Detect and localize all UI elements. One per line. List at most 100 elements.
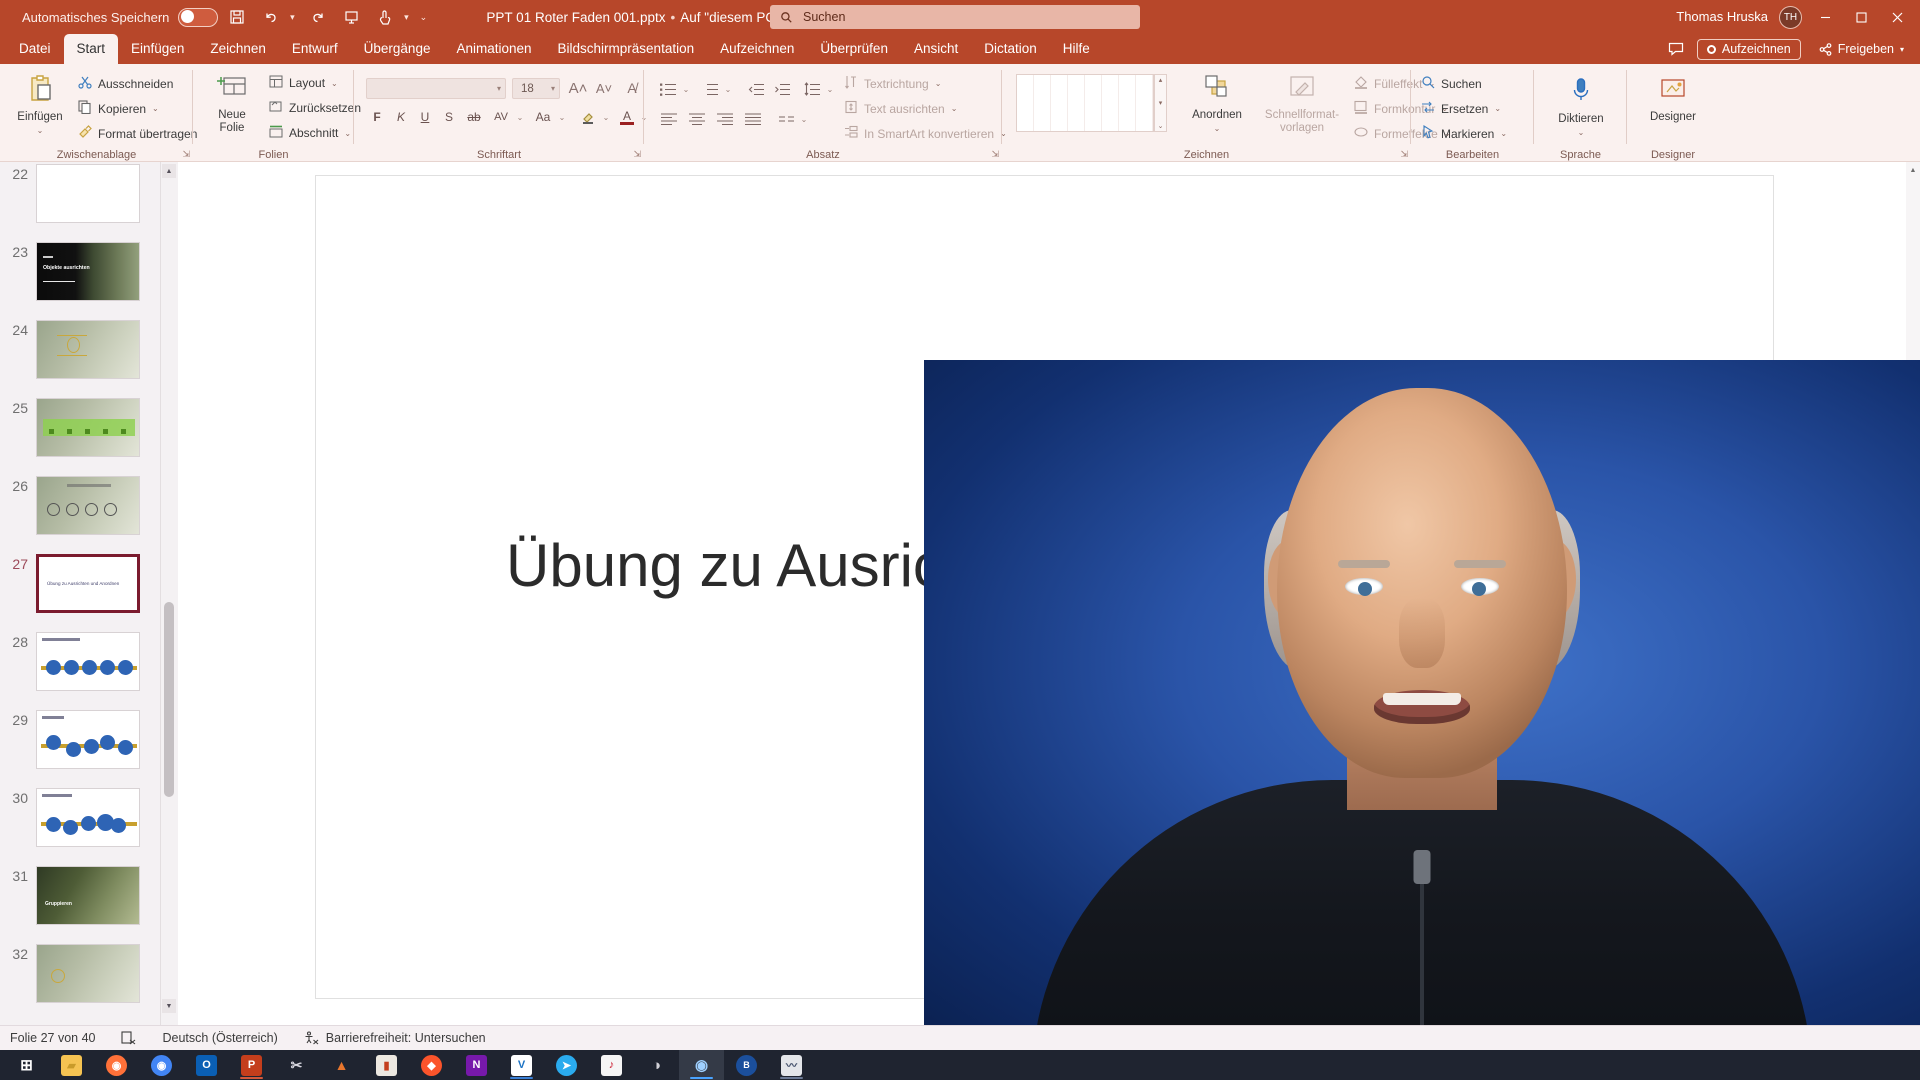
chevron-down-icon[interactable]: ⌄ [37, 124, 44, 137]
underline-button[interactable]: U [414, 106, 436, 128]
taskbar-brave[interactable]: ◆ [409, 1050, 454, 1080]
taskbar-blue-mic[interactable]: B [724, 1050, 769, 1080]
numbering-button[interactable] [698, 78, 722, 100]
increase-indent-button[interactable] [770, 78, 794, 100]
thumbnail-image[interactable]: Übung zu Ausrichten und Anordnen [36, 554, 140, 613]
thumbnail-image[interactable] [36, 320, 140, 379]
tab-ansicht[interactable]: Ansicht [901, 34, 971, 64]
language-status[interactable]: Deutsch (Österreich) [162, 1031, 277, 1045]
tab-hilfe[interactable]: Hilfe [1050, 34, 1103, 64]
align-right-button[interactable] [712, 108, 738, 130]
bullets-button[interactable] [656, 78, 680, 100]
thumbnail-image[interactable] [36, 944, 140, 1003]
shape-line5[interactable] [1136, 112, 1153, 131]
taskbar-recorder[interactable]: ◉ [679, 1050, 724, 1080]
chevron-down-icon[interactable]: ⌄ [344, 129, 351, 138]
tab-animationen[interactable]: Animationen [443, 34, 544, 64]
taskbar-wave-editor[interactable]: 〰 [769, 1050, 814, 1080]
tab-datei[interactable]: Datei [6, 34, 64, 64]
columns-button[interactable] [774, 108, 798, 130]
thumbnail-23[interactable]: 23 Objekte ausrichten [0, 242, 165, 301]
text-shadow-button[interactable]: S [438, 106, 460, 128]
reset-button[interactable]: Zurücksetzen [269, 100, 361, 116]
chevron-down-icon[interactable]: ⌄ [1494, 104, 1501, 113]
taskbar-file-explorer[interactable]: ▰ [49, 1050, 94, 1080]
chevron-down-icon[interactable]: ▾ [551, 84, 555, 93]
shape-textbox[interactable] [1017, 75, 1034, 94]
chevron-down-icon[interactable]: ⌄ [1500, 129, 1507, 138]
comments-icon[interactable] [1659, 34, 1693, 64]
taskbar-vlc[interactable]: ▲ [319, 1050, 364, 1080]
section-button[interactable]: Abschnitt ⌄ [269, 125, 351, 141]
shape-hexagon[interactable] [1119, 93, 1136, 113]
thumbnail-scrollbar[interactable]: ▲ ▼ [160, 162, 176, 1025]
thumbnail-26[interactable]: 26 [0, 476, 165, 535]
chevron-up-icon[interactable]: ▴ [1159, 76, 1163, 84]
thumbnail-image[interactable] [36, 710, 140, 769]
align-text-button[interactable]: Text ausrichten ⌄ [844, 100, 957, 117]
tab-aufzeichnen[interactable]: Aufzeichnen [707, 34, 807, 64]
thumbnail-image[interactable] [36, 788, 140, 847]
shape-line4[interactable] [1119, 112, 1136, 131]
shape-arrow-right[interactable] [1051, 93, 1068, 113]
thumbnail-29[interactable]: 29 [0, 710, 165, 769]
chevron-down-icon[interactable]: ⌄ [331, 79, 338, 88]
italic-button[interactable]: K [390, 106, 412, 128]
touch-mode-icon[interactable] [370, 4, 400, 30]
shape-rounded-rect[interactable] [1102, 75, 1119, 94]
clear-formatting-button[interactable]: A̸ [620, 77, 644, 99]
convert-smartart-button[interactable]: In SmartArt konvertieren ⌄ [844, 125, 1007, 142]
chevron-down-icon[interactable]: ⌄ [1214, 122, 1221, 135]
justify-button[interactable] [740, 108, 766, 130]
tab-bildschirmpraesentation[interactable]: Bildschirmpräsentation [545, 34, 708, 64]
tab-uebergaenge[interactable]: Übergänge [351, 34, 444, 64]
clipboard-dialog-launcher[interactable]: ⇲ [182, 149, 190, 160]
slide-counter[interactable]: Folie 27 von 40 [10, 1031, 95, 1045]
shape-freeform[interactable] [1034, 112, 1051, 131]
tab-ueberpruefen[interactable]: Überprüfen [807, 34, 901, 64]
chevron-down-icon[interactable]: ▾ [497, 84, 501, 93]
decrease-font-size-button[interactable]: A˅ [592, 77, 616, 99]
shape-parallelogram[interactable] [1136, 75, 1153, 94]
align-left-button[interactable] [656, 108, 682, 130]
bold-button[interactable]: F [366, 106, 388, 128]
text-highlight-button[interactable] [578, 106, 600, 128]
taskbar-chrome[interactable]: ◉ [139, 1050, 184, 1080]
tab-dictation[interactable]: Dictation [971, 34, 1050, 64]
shapes-gallery[interactable] [1016, 74, 1154, 132]
font-dialog-launcher[interactable]: ⇲ [633, 149, 641, 160]
shape-square[interactable] [1119, 75, 1136, 94]
taskbar-snipping-tool[interactable]: ✂ [274, 1050, 319, 1080]
line-spacing-button[interactable] [800, 78, 824, 100]
tab-start[interactable]: Start [63, 34, 119, 64]
thumbnail-28[interactable]: 28 [0, 632, 165, 691]
thumbnail-31[interactable]: 31 Gruppieren [0, 866, 165, 925]
taskbar-obs-studio[interactable]: ◑ [634, 1050, 679, 1080]
dictate-button[interactable]: Diktieren ⌄ [1548, 76, 1614, 139]
increase-font-size-button[interactable]: A˄ [566, 77, 590, 99]
thumbnail-27[interactable]: 27 Übung zu Ausrichten und Anordnen [0, 554, 165, 613]
shape-arrow[interactable] [1051, 75, 1068, 94]
maximize-button[interactable] [1841, 0, 1881, 34]
shape-oval[interactable] [1136, 93, 1153, 113]
taskbar-start-button[interactable]: ⊞ [4, 1050, 49, 1080]
close-button[interactable] [1877, 0, 1917, 34]
shape-chevron[interactable] [1085, 93, 1102, 113]
thumbnail-image[interactable] [36, 164, 140, 223]
thumbnail-image[interactable] [36, 476, 140, 535]
shape-pentagon[interactable] [1102, 93, 1119, 113]
thumbnail-image[interactable] [36, 632, 140, 691]
tab-einfuegen[interactable]: Einfügen [118, 34, 197, 64]
drawing-dialog-launcher[interactable]: ⇲ [1400, 149, 1408, 160]
search-box[interactable]: Suchen [770, 5, 1140, 29]
thumbnail-30[interactable]: 30 [0, 788, 165, 847]
chevron-down-icon[interactable]: ▾ [1159, 99, 1163, 107]
thumbnail-22[interactable]: 22 [0, 164, 165, 223]
text-direction-button[interactable]: Textrichtung ⌄ [844, 75, 941, 92]
undo-icon[interactable] [256, 4, 286, 30]
avatar[interactable]: TH [1779, 6, 1802, 29]
shape-rect[interactable] [1085, 75, 1102, 94]
slide-thumbnail-pane[interactable]: 22 23 Objekte ausrichten 24 25 26 27 Übu… [0, 162, 178, 1025]
select-button[interactable]: Markieren ⌄ [1421, 125, 1507, 142]
undo-caret-icon[interactable]: ▾ [286, 4, 298, 30]
